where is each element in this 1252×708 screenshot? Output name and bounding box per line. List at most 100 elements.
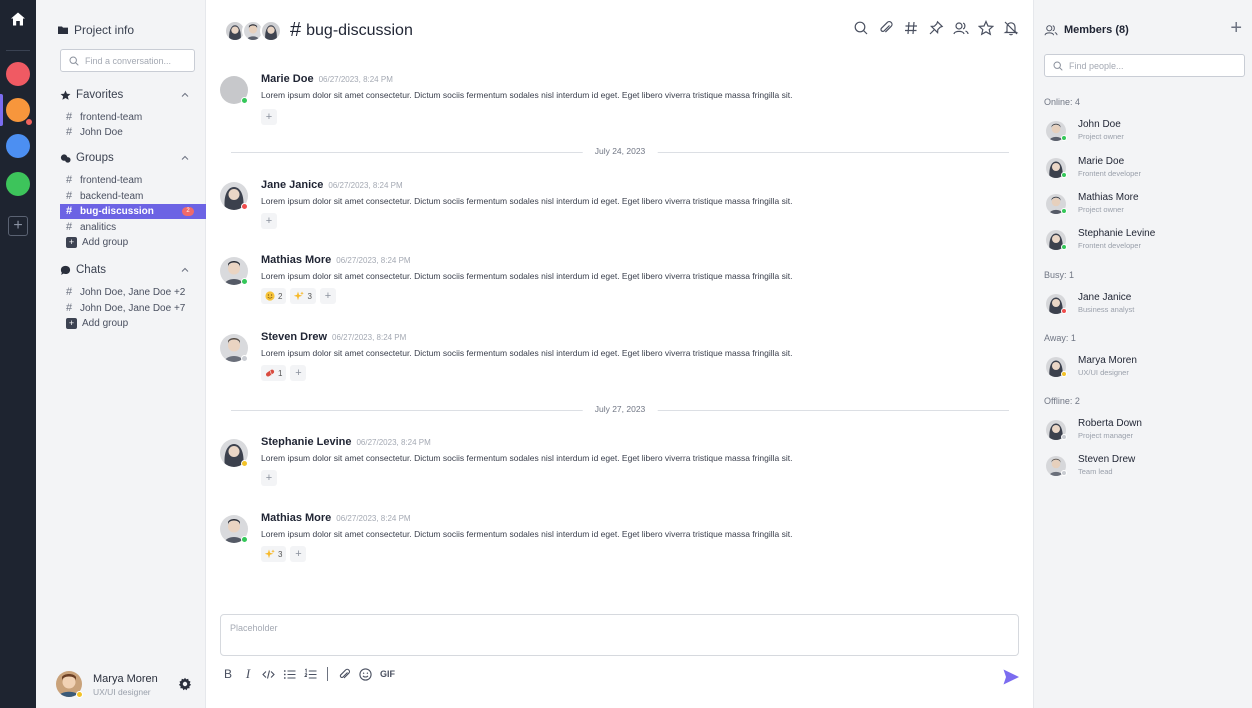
members-icon (1044, 25, 1058, 36)
reaction-chip[interactable]: 1 (261, 365, 287, 381)
home-button[interactable] (0, 0, 36, 38)
member-item[interactable]: John Doe Project owner (1046, 119, 1246, 147)
sidebar-item-chat-2[interactable]: # John Doe, Jane Doe +7 (66, 301, 206, 316)
member-item[interactable]: Stephanie Levine Frontent developer (1046, 228, 1246, 256)
sidebar-item-label: frontend-team (80, 175, 143, 186)
members-button[interactable] (953, 20, 969, 36)
message-reactions: + (261, 109, 277, 125)
smile-emoji-icon (265, 291, 275, 301)
member-name: Stephanie Levine (1078, 228, 1156, 239)
pins-button[interactable] (928, 20, 944, 36)
message-timestamp: 06/27/2023, 8:24 PM (332, 333, 407, 342)
add-group-button[interactable]: + Add group (66, 237, 128, 248)
add-member-button[interactable]: + (1230, 18, 1242, 38)
message-author[interactable]: Stephanie Levine 06/27/2023, 8:24 PM (261, 436, 431, 448)
chat-main: # bug-discussion Marie Doe 06/27/2023, 8:… (206, 0, 1033, 708)
date-divider: July 27, 2023 (231, 404, 1009, 416)
home-icon (11, 12, 25, 26)
message-reactions: + (261, 470, 277, 486)
people-search[interactable] (1044, 54, 1245, 77)
sidebar-item-frontend-team[interactable]: # frontend-team (66, 110, 206, 125)
reaction-count: 3 (307, 291, 312, 301)
members-panel: Members (8) + Online: 4 John Doe Project… (1033, 0, 1252, 708)
people-search-input[interactable] (1069, 60, 1239, 71)
workspace-red[interactable] (6, 62, 30, 86)
reaction-chip[interactable]: 3 (261, 546, 287, 562)
sidebar-item-analitics[interactable]: # analitics (66, 220, 206, 235)
groups-section-header[interactable]: Groups (60, 152, 190, 164)
message-composer[interactable] (220, 614, 1019, 656)
pin-icon (929, 20, 944, 35)
attachments-button[interactable] (878, 20, 894, 36)
emoji-button[interactable] (359, 666, 372, 682)
bold-button[interactable]: B (222, 666, 234, 682)
member-item[interactable]: Jane Janice Business analyst (1046, 292, 1246, 320)
member-item[interactable]: Marya Moren UX/UI designer (1046, 355, 1246, 383)
mute-button[interactable] (1003, 20, 1019, 36)
add-reaction-button[interactable]: + (261, 109, 277, 125)
hash-icon: # (66, 190, 73, 202)
message-author[interactable]: Mathias More 06/27/2023, 8:24 PM (261, 254, 411, 266)
member-item[interactable]: Roberta Down Project manager (1046, 418, 1246, 446)
sidebar-item-frontend-team-group[interactable]: # frontend-team (66, 173, 206, 188)
message-text: Lorem ipsum dolor sit amet consectetur. … (261, 348, 793, 358)
add-reaction-button[interactable]: + (261, 470, 277, 486)
conversation-search-input[interactable] (85, 55, 195, 66)
chats-section-header[interactable]: Chats (60, 264, 190, 276)
search-icon (1053, 60, 1063, 71)
member-item[interactable]: Steven Drew Team lead (1046, 454, 1246, 482)
send-icon[interactable] (1002, 668, 1020, 686)
members-icon (953, 22, 969, 35)
channel-member-avatars[interactable] (224, 20, 282, 42)
message-author[interactable]: Mathias More 06/27/2023, 8:24 PM (261, 512, 411, 524)
paperclip-icon (880, 20, 893, 33)
member-item[interactable]: Marie Doe Frontent developer (1046, 156, 1246, 184)
channel-header: # bug-discussion (206, 0, 1033, 60)
channels-button[interactable] (903, 20, 919, 36)
sidebar-item-chat-1[interactable]: # John Doe, Jane Doe +2 (66, 285, 206, 300)
code-icon (262, 669, 275, 679)
numbered-list-button[interactable] (304, 666, 317, 682)
code-button[interactable] (262, 666, 275, 682)
member-item[interactable]: Mathias More Project owner (1046, 192, 1246, 220)
member-name: Marya Moren (1078, 355, 1137, 366)
add-group-label: Add group (82, 237, 129, 248)
workspace-green[interactable] (6, 172, 30, 196)
author-name: Marie Doe (261, 73, 314, 85)
gear-icon[interactable] (178, 677, 192, 691)
star-icon (60, 90, 71, 100)
favorite-button[interactable] (977, 20, 995, 36)
member-role: Frontent developer (1078, 169, 1141, 178)
sidebar-item-john-doe[interactable]: # John Doe (66, 125, 206, 140)
project-info-link[interactable]: Project info (58, 23, 134, 37)
reaction-chip[interactable]: 2 (261, 288, 287, 304)
add-reaction-button[interactable]: + (290, 546, 307, 562)
author-name: Jane Janice (261, 179, 324, 191)
chat-bubble-icon (60, 265, 71, 275)
search-button[interactable] (853, 20, 869, 36)
bullet-list-button[interactable] (283, 666, 296, 682)
current-user-panel: Marya Moren UX/UI designer (56, 667, 206, 703)
add-reaction-button[interactable]: + (290, 365, 307, 381)
add-reaction-button[interactable]: + (319, 288, 336, 304)
favorites-section-header[interactable]: Favorites (60, 89, 190, 101)
status-online-dot (241, 536, 248, 543)
attach-file-button[interactable] (338, 666, 351, 682)
add-reaction-button[interactable]: + (261, 213, 277, 229)
message-reactions: + (261, 213, 277, 229)
message-author[interactable]: Marie Doe 06/27/2023, 8:24 PM (261, 73, 393, 85)
add-workspace-button[interactable]: + (8, 216, 28, 236)
gif-button[interactable]: GIF (380, 666, 395, 682)
reaction-chip[interactable]: 3 (290, 288, 316, 304)
italic-button[interactable]: I (242, 666, 254, 682)
sidebar-item-bug-discussion[interactable]: # bug-discussion 2 (60, 204, 206, 219)
message-author[interactable]: Jane Janice 06/27/2023, 8:24 PM (261, 179, 403, 191)
status-away-dot (241, 460, 248, 467)
workspace-blue[interactable] (6, 134, 30, 158)
conversation-search[interactable] (60, 49, 195, 72)
add-chat-group-button[interactable]: + Add group (66, 318, 128, 329)
message-author[interactable]: Steven Drew 06/27/2023, 8:24 PM (261, 331, 406, 343)
plus-icon: + (66, 318, 77, 329)
sidebar-item-backend-team[interactable]: # backend-team (66, 189, 206, 204)
message-input[interactable] (221, 615, 1018, 655)
